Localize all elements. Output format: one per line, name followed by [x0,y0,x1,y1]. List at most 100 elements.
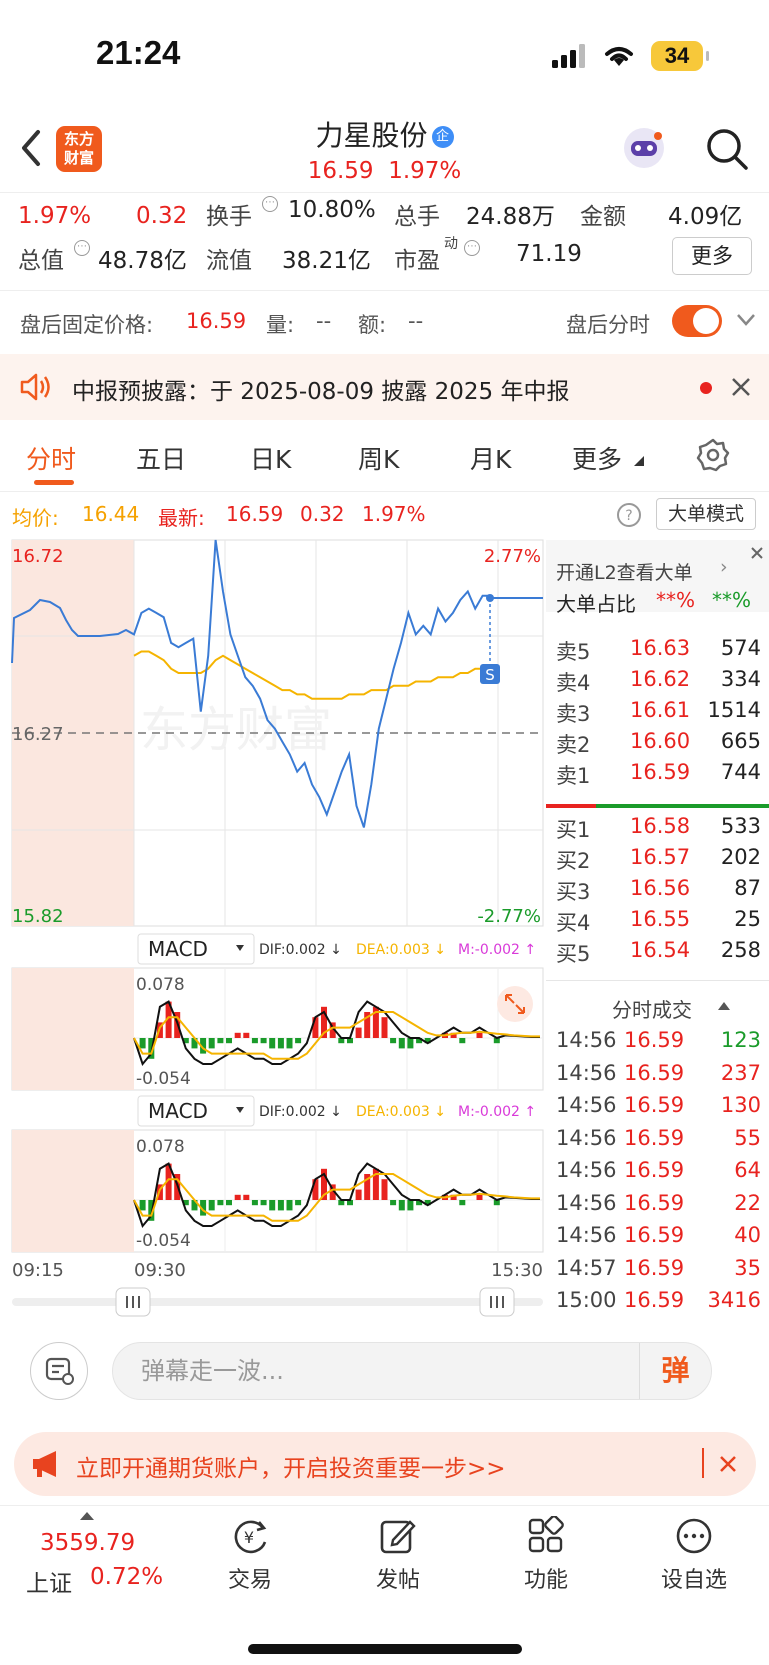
tab-monthly-k[interactable]: 月K [470,440,511,476]
y-mid-label: 16.27 [12,724,64,745]
macd-histogram-bar [277,1200,284,1211]
grid-apps-icon [528,1516,564,1553]
after-hours-toggle[interactable] [672,305,722,337]
x-label-close: 15:30 [491,1260,543,1281]
range-track[interactable] [12,1298,543,1306]
send-danmu-button[interactable]: 弹 [639,1343,711,1399]
search-icon[interactable] [704,126,750,172]
macd-histogram-bar [295,1038,302,1044]
macd-histogram-bar [390,1200,397,1206]
ask-row[interactable]: 卖1 16.59 744 [546,760,769,790]
danmu-settings-button[interactable] [30,1342,88,1400]
period-tabs: 分时 五日 日K 周K 月K 更多 [0,420,769,492]
macd-histogram-bar [398,1200,405,1211]
macd-histogram-bar [269,1200,276,1211]
tick-row: 14:56 16.59 237 [556,1060,761,1085]
assistant-robot-icon[interactable] [620,124,668,172]
announcement-banner[interactable]: 中报预披露：于 2025-08-09 披露 2025 年中报 [0,354,769,420]
index-change: 0.72% [90,1564,164,1590]
trade-icon: ¥ [234,1520,267,1554]
macd-histogram-bar [208,1200,215,1211]
svg-text:0.078: 0.078 [136,1137,185,1157]
svg-text:M:-0.002 ↑: M:-0.002 ↑ [458,1104,536,1120]
svg-text:?: ? [625,508,632,524]
macd-histogram-bar [234,1194,241,1200]
nav-trade[interactable]: ¥ 交易 [190,1516,310,1594]
tab-daily-k[interactable]: 日K [250,440,291,476]
help-icon[interactable]: ? [616,502,642,528]
close-icon[interactable] [718,1454,738,1474]
caret-up-icon [718,1002,730,1010]
macd-histogram-bar [295,1200,302,1206]
macd-histogram-bar [269,1038,276,1049]
wifi-icon [605,47,633,66]
ask-row[interactable]: 卖4 16.62 334 [546,667,769,697]
tab-weekly-k[interactable]: 周K [358,440,399,476]
index-value[interactable]: 3559.79 [40,1530,135,1556]
info-dots-icon[interactable]: ⋯ [464,240,480,256]
macd-histogram-bar [407,1200,414,1211]
chevron-down-icon[interactable] [736,313,756,327]
tab-five-day[interactable]: 五日 [136,440,186,476]
danmu-settings-icon [45,1357,74,1385]
svg-text:¥: ¥ [244,1528,254,1547]
nav-watchlist[interactable]: 设自选 [634,1516,754,1594]
bid-row[interactable]: 买4 16.55 25 [546,907,769,937]
danmu-input[interactable]: 弹幕走一波... 弹 [112,1342,712,1400]
close-icon[interactable] [750,546,764,560]
ask-row[interactable]: 卖2 16.60 665 [546,729,769,759]
bid-row[interactable]: 买1 16.58 533 [546,814,769,844]
caret-icon [634,456,644,466]
macd-histogram-bar [243,1032,250,1038]
close-icon[interactable] [730,376,752,398]
ticks-title[interactable]: 分时成交 [612,994,692,1023]
info-dots-icon[interactable]: ⋯ [74,240,90,256]
app-root: 21:24 34 东方 财富 力星股份企 16.59 1.97% 1.97% 0… [0,0,769,1665]
bid-row[interactable]: 买5 16.54 258 [546,938,769,968]
macd-histogram-bar [398,1038,405,1049]
svg-text:DEA:0.003 ↓: DEA:0.003 ↓ [356,1104,446,1120]
tick-row: 14:56 16.59 55 [556,1125,761,1150]
tab-intraday[interactable]: 分时 [26,440,76,476]
tab-more[interactable]: 更多 [572,440,622,476]
macd-histogram-bar [390,1038,397,1044]
tick-row: 14:56 16.59 40 [556,1223,761,1247]
x-label-open: 09:30 [134,1260,186,1281]
tick-row: 14:56 16.59 123 [556,1028,761,1052]
index-name[interactable]: 上证 [26,1564,72,1598]
tick-row: 14:56 16.59 22 [556,1190,761,1215]
bid-row[interactable]: 买3 16.56 87 [546,876,769,906]
more-stats-button[interactable]: 更多 [672,237,752,275]
settings-gear-icon[interactable] [696,438,730,472]
bid-row[interactable]: 买2 16.57 202 [546,845,769,875]
macd-histogram-bar [381,1017,388,1038]
unread-dot-icon [700,382,712,394]
expand-button[interactable] [497,986,533,1022]
ask-row[interactable]: 卖3 16.61 1514 [546,698,769,728]
stock-header: 东方 财富 力星股份企 16.59 1.97% [0,110,769,190]
signal-icon [552,44,585,68]
promo-banner[interactable]: 立即开通期货账户，开启投资重要一步>> [14,1432,756,1496]
intraday-chart[interactable]: 东方财富 S 16.72 16.27 15.82 2.77% -2.77% MA… [0,538,546,1322]
macd-histogram-bar [251,1038,258,1044]
enterprise-badge: 企 [431,126,454,148]
info-dots-icon[interactable]: ⋯ [262,196,278,212]
more-dots-icon [676,1518,712,1554]
macd-histogram-bar [459,1038,466,1044]
edit-icon [380,1520,416,1554]
megaphone-icon [33,1451,56,1477]
l2-upgrade-link[interactable]: 开通L2查看大单 [556,558,693,585]
buy-sell-ratio-bar [546,804,596,808]
ask-row[interactable]: 卖5 16.63 574 [546,636,769,666]
macd-histogram-bar [260,1200,267,1206]
macd-histogram-bar [208,1038,215,1049]
macd-histogram-bar [381,1179,388,1200]
big-order-mode-button[interactable]: 大单模式 [656,498,756,530]
nav-functions[interactable]: 功能 [486,1516,606,1594]
macd-histogram-bar [260,1038,267,1044]
tick-row: 15:00 16.59 3416 [556,1288,761,1312]
y-max-label: 16.72 [12,546,64,567]
svg-text:M:-0.002 ↑: M:-0.002 ↑ [458,942,536,958]
macd-histogram-bar [286,1038,293,1049]
nav-post[interactable]: 发帖 [338,1516,458,1594]
